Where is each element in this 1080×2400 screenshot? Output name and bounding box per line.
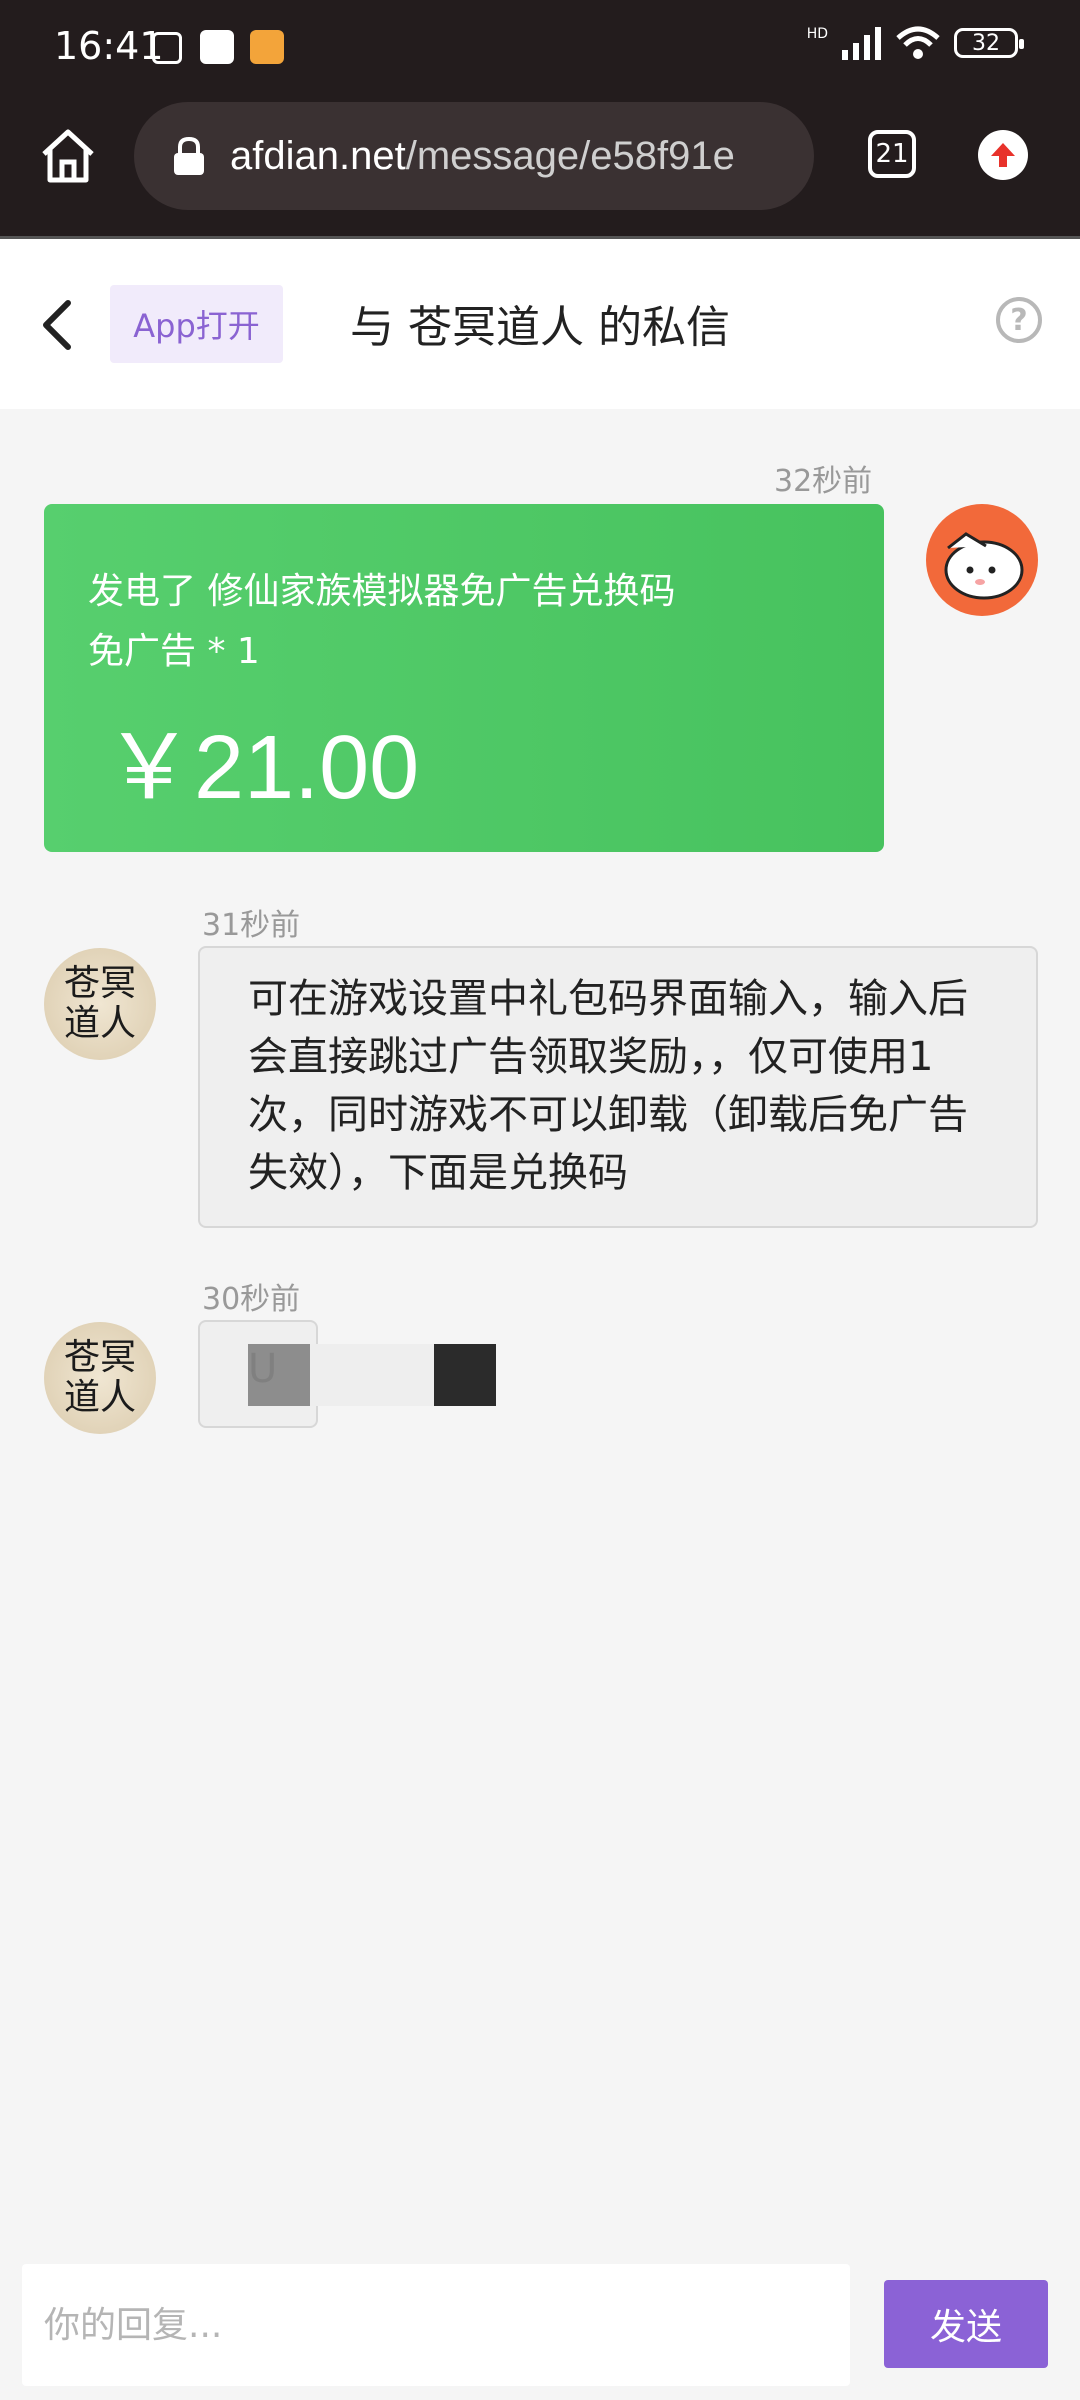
notes-app-icon — [250, 30, 284, 64]
page-title: 与 苍冥道人 的私信 — [350, 302, 730, 353]
kitten-avatar-icon — [944, 532, 1024, 600]
send-button[interactable]: 发送 — [884, 2280, 1048, 2368]
network-label: HD — [806, 26, 828, 42]
browser-toolbar: afdian.net/message/e58f91e 21 — [0, 98, 1080, 239]
lock-icon — [174, 136, 204, 175]
url-text: afdian.net/message/e58f91e — [230, 134, 800, 179]
redaction-block — [434, 1344, 496, 1406]
wifi-icon — [896, 26, 940, 59]
message-timestamp: 31秒前 — [202, 908, 301, 943]
qq-icon — [200, 30, 234, 64]
status-time: 16:41 — [54, 24, 164, 68]
tab-count-button[interactable]: 21 — [868, 130, 916, 178]
back-icon[interactable] — [38, 297, 78, 353]
message-text: 可在游戏设置中礼包码界面输入，输入后会直接跳过广告领取奖励，，仅可使用1次，同时… — [248, 976, 968, 1196]
app-open-button[interactable]: App打开 — [110, 285, 283, 363]
help-icon[interactable]: ? — [996, 297, 1042, 343]
contact-avatar[interactable]: 苍冥道人 — [44, 948, 156, 1060]
url-path: /message/e58f91e — [405, 133, 735, 178]
nfc-icon — [152, 32, 182, 64]
reply-input[interactable] — [22, 2264, 850, 2386]
redaction-block — [248, 1344, 310, 1406]
home-icon[interactable] — [38, 126, 98, 186]
signal-icon — [842, 27, 881, 60]
message-bubble[interactable]: 可在游戏设置中礼包码界面输入，输入后会直接跳过广告领取奖励，，仅可使用1次，同时… — [198, 946, 1038, 1228]
upload-icon[interactable] — [978, 130, 1028, 180]
payment-item: 免广告 * 1 — [88, 631, 260, 672]
battery-icon: 32 — [954, 28, 1024, 58]
payment-description: 发电了 修仙家族模拟器免广告兑换码 — [88, 571, 676, 612]
payment-amount: ￥21.00 — [104, 718, 420, 818]
url-domain: afdian.net — [230, 133, 406, 178]
avatar-calligraphy: 苍冥道人 — [63, 1337, 136, 1418]
reply-composer: 发送 — [0, 2240, 1080, 2400]
my-avatar[interactable] — [926, 504, 1038, 616]
arrow-up-icon — [991, 143, 1015, 167]
message-timestamp: 32秒前 — [774, 464, 873, 499]
message-timestamp: 30秒前 — [202, 1282, 301, 1317]
status-bar: 16:41 HD 32 — [0, 0, 1080, 98]
avatar-calligraphy: 苍冥道人 — [63, 963, 136, 1044]
page-header: App打开 与 苍冥道人 的私信 ? — [0, 239, 1080, 409]
payment-card[interactable]: 发电了 修仙家族模拟器免广告兑换码 免广告 * 1 ￥21.00 — [44, 504, 884, 852]
redaction-block — [310, 1344, 434, 1406]
status-right: HD 32 — [806, 26, 1024, 60]
address-bar[interactable]: afdian.net/message/e58f91e — [134, 102, 814, 210]
contact-avatar[interactable]: 苍冥道人 — [44, 1322, 156, 1434]
